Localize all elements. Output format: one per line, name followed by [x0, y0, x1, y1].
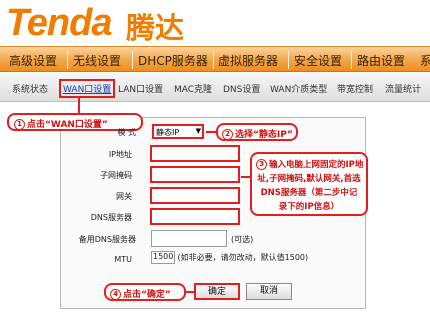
tab-bandwidth-control[interactable]: 带宽控制: [337, 82, 373, 95]
nav-divider: [288, 51, 289, 69]
callout-step3-line: DNS服务器（第二步中记: [260, 188, 358, 198]
subnet-mask-input[interactable]: [150, 166, 240, 183]
mtu-label: MTU: [114, 255, 132, 264]
subnet-mask-label: 子网掩码: [100, 171, 132, 180]
tab-wan-media-type[interactable]: WAN介质类型: [270, 82, 327, 95]
step-number: 4: [110, 289, 121, 300]
main-nav-dhcp[interactable]: DHCP服务器: [138, 52, 208, 69]
mtu-note: (如非必要，请勿改动，默认值1500): [177, 253, 309, 262]
tenda-logo: Tenda: [6, 2, 112, 44]
tab-mac-clone[interactable]: MAC克隆: [174, 82, 212, 95]
callout-step3-line: 址,子网掩码,默认网关,首选: [257, 174, 361, 184]
tab-dns-settings[interactable]: DNS设置: [223, 82, 260, 95]
callout-step4: 4 点击“确定”: [104, 283, 186, 301]
main-nav-system[interactable]: 系: [420, 52, 430, 69]
tab-traffic-stats[interactable]: 流量统计: [385, 82, 421, 95]
tab-lan-settings[interactable]: LAN口设置: [118, 82, 163, 95]
tab-system-status[interactable]: 系统状态: [12, 82, 48, 95]
mode-label: 模 式: [117, 128, 136, 137]
nav-divider: [132, 51, 133, 69]
main-nav-routing[interactable]: 路由设置: [357, 52, 405, 69]
callout-step3-line: 录下的IP信息）: [278, 202, 340, 212]
dns-server-label: DNS服务器: [90, 213, 132, 222]
callout-step1-pointer: [78, 98, 80, 113]
nav-divider: [351, 51, 352, 69]
main-nav-advanced[interactable]: 高级设置: [9, 52, 57, 69]
nav-divider: [67, 51, 68, 69]
backup-dns-note: (可选): [231, 235, 254, 244]
tenda-logo-chinese: 腾达: [126, 11, 185, 45]
dns-server-input[interactable]: [150, 208, 240, 225]
callout-step3: 3 输入电脑上网固定的IP地 址,子网掩码,默认网关,首选 DNS服务器（第二步中…: [250, 152, 368, 216]
tab-wan-settings[interactable]: WAN口设置: [59, 79, 116, 98]
step-number: 1: [14, 119, 25, 130]
callout-step2: 2 选择“静态IP”: [216, 123, 298, 141]
backup-dns-input[interactable]: [151, 230, 227, 247]
main-nav-virtual-server[interactable]: 虚拟服务器: [218, 52, 278, 69]
cancel-button[interactable]: 取消: [246, 283, 292, 300]
step-number: 3: [256, 159, 267, 170]
main-nav: 高级设置 无线设置 DHCP服务器 虚拟服务器 安全设置 路由设置 系: [0, 46, 430, 72]
main-nav-security[interactable]: 安全设置: [294, 52, 342, 69]
nav-divider: [213, 51, 214, 69]
callout-step4-pointer: [186, 291, 194, 293]
step-number: 2: [222, 129, 233, 140]
callout-step3-line: 3 输入电脑上网固定的IP地: [256, 158, 363, 172]
gateway-input[interactable]: [150, 187, 240, 204]
backup-dns-label: 备用DNS服务器: [78, 235, 136, 244]
mode-select[interactable]: 静态IP ▼: [152, 124, 204, 139]
header: Tenda 腾达: [0, 0, 430, 46]
callout-step2-pointer: [206, 131, 216, 133]
dropdown-arrow-icon: ▼: [195, 127, 201, 135]
gateway-label: 网关: [116, 192, 132, 201]
ip-address-input[interactable]: [150, 145, 240, 162]
mode-select-value: 静态IP: [156, 128, 180, 137]
ip-address-label: IP地址: [108, 150, 132, 159]
sub-nav: 系统状态 WAN口设置 LAN口设置 MAC克隆 DNS设置 WAN介质类型 带…: [0, 73, 430, 102]
mtu-row: 1500 (如非必要，请勿改动，默认值1500): [151, 251, 308, 264]
mtu-input[interactable]: 1500: [151, 251, 175, 264]
ok-button[interactable]: 确定: [194, 283, 240, 300]
callout-step2-text: 选择“静态IP”: [235, 130, 293, 140]
main-nav-wireless[interactable]: 无线设置: [73, 52, 121, 69]
callout-step4-text: 点击“确定”: [123, 290, 171, 300]
